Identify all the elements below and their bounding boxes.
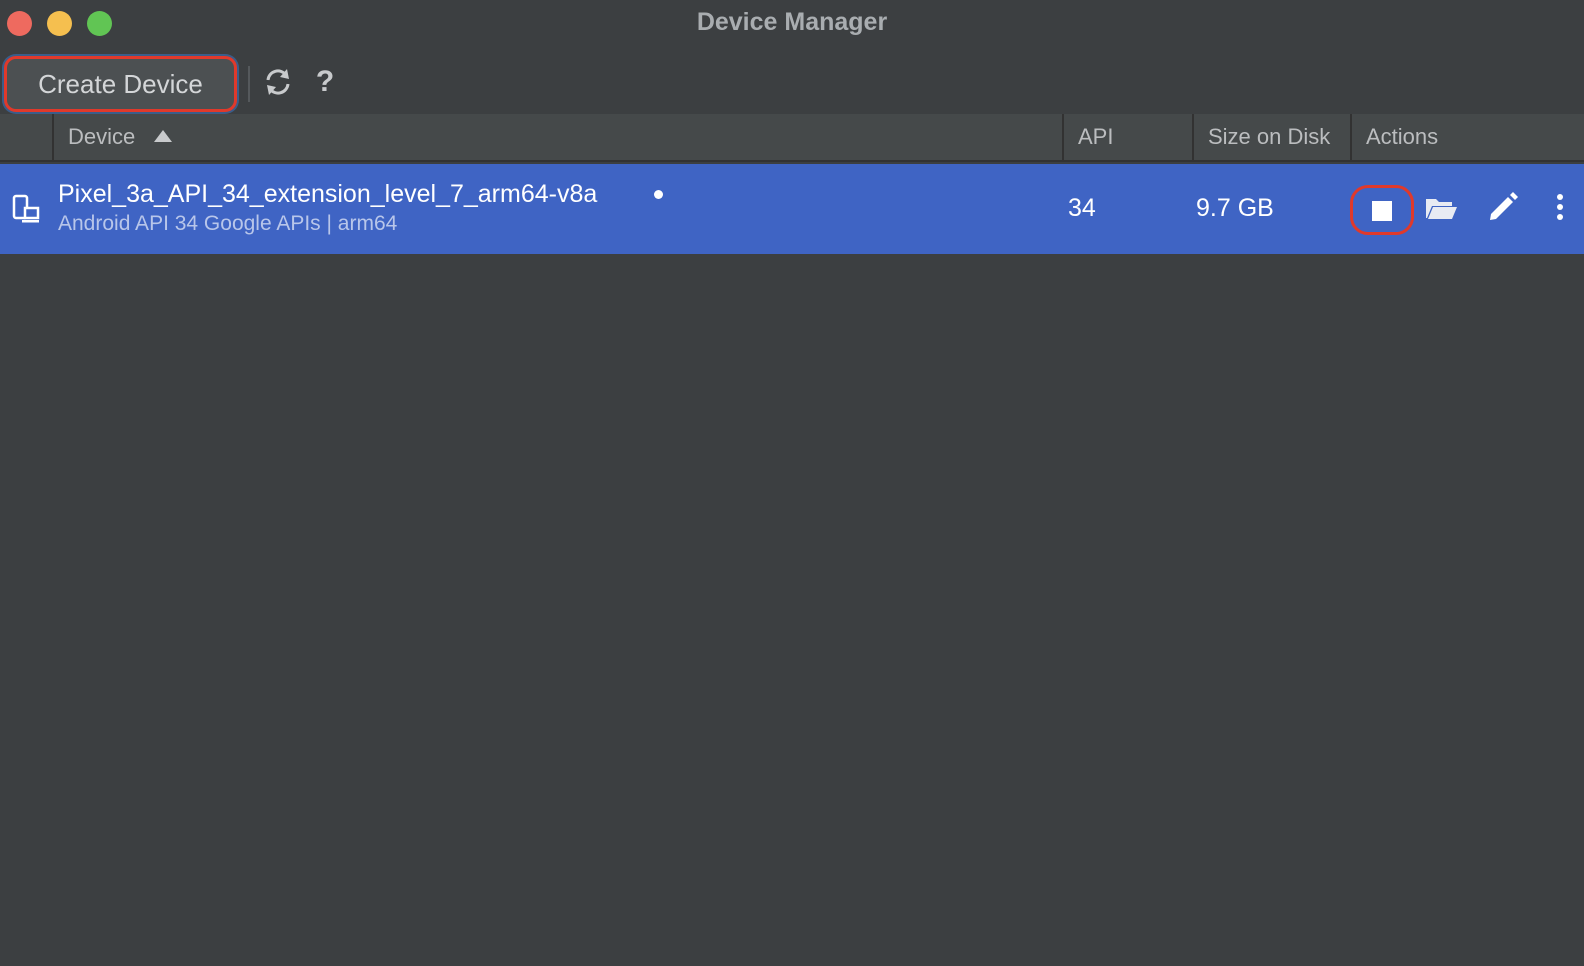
device-subtitle: Android API 34 Google APIs | arm64 (58, 212, 398, 235)
sort-ascending-icon (154, 130, 172, 142)
device-name: Pixel_3a_API_34_extension_level_7_arm64-… (58, 180, 598, 208)
edit-icon[interactable] (1486, 190, 1520, 224)
title-bar: Device Manager (0, 0, 1584, 46)
online-status-indicator (654, 190, 663, 199)
more-vertical-icon[interactable] (1548, 190, 1572, 226)
column-header-device-label: Device (68, 124, 136, 149)
column-divider (1062, 114, 1064, 160)
create-device-button[interactable]: Create Device (4, 56, 237, 112)
table-row[interactable]: Pixel_3a_API_34_extension_level_7_arm64-… (0, 164, 1584, 254)
column-header-actions: Actions (1366, 124, 1439, 149)
column-header-api[interactable]: API (1078, 114, 1113, 160)
toolbar: Create Device ? (0, 54, 1584, 114)
table-header: Device API Size on Disk Actions (0, 114, 1584, 162)
stop-button[interactable] (1350, 185, 1414, 235)
window-title: Device Manager (696, 8, 888, 36)
column-header-device[interactable]: Device (68, 114, 172, 160)
folder-icon[interactable] (1424, 192, 1458, 224)
device-manager-window: Device Manager Create Device ? Device AP… (0, 0, 1584, 966)
column-divider (1192, 114, 1194, 160)
stop-icon (1372, 201, 1392, 221)
phone-device-icon (12, 194, 40, 224)
toolbar-divider (248, 66, 250, 102)
column-divider (1350, 114, 1352, 160)
device-size-on-disk: 9.7 GB (1196, 194, 1274, 222)
refresh-icon[interactable] (261, 65, 295, 99)
column-header-size[interactable]: Size on Disk (1208, 114, 1330, 160)
column-divider (52, 114, 54, 160)
help-icon[interactable]: ? (308, 65, 342, 99)
device-api-level: 34 (1068, 194, 1096, 222)
